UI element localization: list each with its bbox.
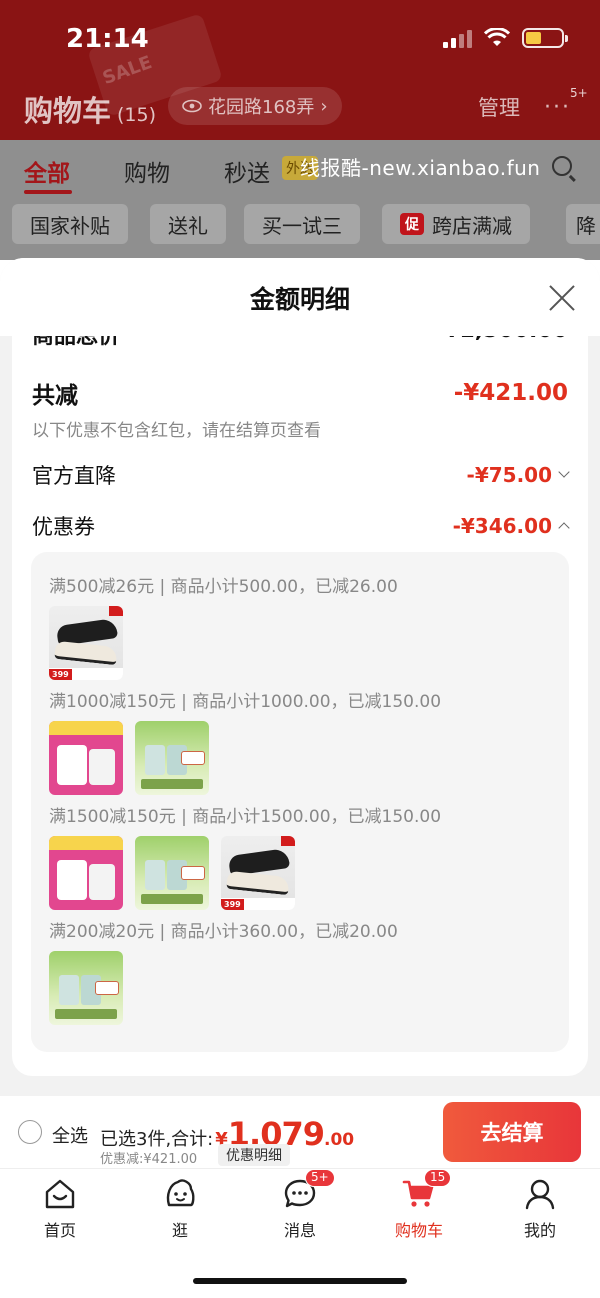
product-thumbnail-haircare[interactable] [49,951,123,1025]
checkout-button[interactable]: 去结算 [443,1102,581,1162]
select-all-checkbox[interactable] [18,1120,42,1144]
address-text: 花园路168弄 [208,97,315,118]
tab-shopping[interactable]: 购物 [124,154,170,188]
chip-try-three[interactable]: 买一试三 [244,204,360,244]
nav-home[interactable]: 首页 [10,1177,110,1241]
promo-badge: 促 [400,213,424,235]
coupon-tier-text: 满200减20元 | 商品小计360.00，已减20.00 [49,922,398,942]
sheet-title: 金额明细 [249,285,350,314]
coupon-tier-text: 满1000减150元 | 商品小计1000.00，已减150.00 [49,692,442,712]
nav-label: 逛 [171,1221,188,1240]
product-thumbnail-haircare[interactable] [135,836,209,910]
tab-underline [24,190,72,194]
cart-count: (15) [117,104,157,126]
message-icon: 5+ [283,1169,335,1211]
wifi-icon [484,28,510,46]
page-title: 购物车 (15) [24,94,157,128]
tab-all[interactable]: 全部 [24,154,70,188]
close-icon[interactable] [548,284,576,312]
chip-national-subsidy[interactable]: 国家补贴 [12,204,128,244]
coupon-detail-box: 满500减26元 | 商品小计500.00，已减26.00 399 满1000减… [31,552,569,1052]
nav-label: 我的 [523,1221,556,1240]
total-reduce-label: 共减 [32,383,78,409]
home-icon [43,1177,77,1211]
nav-label: 消息 [283,1221,316,1240]
goods-total-row: 商品总价 ¥1,500.00 [32,336,568,350]
chip-price-drop[interactable]: 降 [566,204,600,244]
coupon-value: -¥346.00 [452,514,552,538]
more-icon[interactable]: ··· [544,95,571,120]
coupon-amount: -¥346.00 [452,514,570,538]
official-discount-amount: -¥75.00 [466,463,570,487]
home-indicator[interactable] [193,1278,407,1284]
more-badge: 5+ [570,86,588,100]
total-decimals: .00 [324,1130,355,1150]
amount-card: 商品总价 ¥1,500.00 共减 -¥421.00 以下优惠不包含红包，请在结… [12,336,588,1076]
watermark-text: 线报酷-new.xianbao.fun [300,156,541,180]
official-discount-row[interactable]: 官方直降 -¥75.00 [32,460,570,490]
goods-total-label: 商品总价 [32,336,121,349]
chip-cross-store[interactable]: 促 跨店满减 [382,204,530,244]
total-reduce-value: -¥421.00 [453,380,568,406]
nav-messages[interactable]: 5+ 消息 [250,1169,350,1241]
chevron-up-icon [558,522,570,534]
battery-icon [522,28,568,48]
cart-badge: 15 [424,1169,452,1187]
coupon-row[interactable]: 优惠券 -¥346.00 [32,511,570,541]
official-discount-label: 官方直降 [32,464,116,488]
red-packet-note: 以下优惠不包含红包，请在结算页查看 [32,421,321,441]
profile-icon [523,1177,557,1211]
status-time: 21:14 [66,24,149,54]
signal-icon [443,28,472,48]
nav-label: 购物车 [394,1221,443,1240]
checkout-bar: 全选 已选3件,合计: ¥ 1,079 .00 优惠减:¥421.00 优惠明细… [0,1096,600,1168]
total-reduce-row: 共减 -¥421.00 [32,376,568,410]
official-discount-value: -¥75.00 [466,463,552,487]
product-thumbnail-skincare[interactable] [49,836,123,910]
price-tag: 399 [49,669,72,680]
discount-summary: 优惠减:¥421.00 [100,1152,198,1167]
price-tag: 399 [221,899,244,910]
product-thumbnail-haircare[interactable] [135,721,209,795]
message-badge: 5+ [305,1169,335,1187]
chevron-down-icon [558,466,570,478]
eye-icon [182,99,202,113]
product-thumbnail-shoe[interactable]: 399 [221,836,295,910]
sheet-header: 金额明细 [0,258,600,336]
nav-cart[interactable]: 15 购物车 [369,1169,469,1241]
nav-label: 首页 [43,1221,76,1240]
status-icons [443,28,568,48]
chevron-right-icon: › [320,95,328,117]
nav-profile[interactable]: 我的 [490,1177,590,1241]
coupon-tier-text: 满500减26元 | 商品小计500.00，已减26.00 [49,577,398,597]
nav-browse[interactable]: 逛 [130,1177,230,1241]
tab-instant[interactable]: 秒送 [224,154,270,188]
select-all-label[interactable]: 全选 [52,1122,88,1148]
product-thumbnail-skincare[interactable] [49,721,123,795]
chip-gift[interactable]: 送礼 [150,204,226,244]
cart-header: SALE 21:14 购物车 (15) 花园路168弄 › 管理 ··· 5+ [0,0,600,140]
browse-icon [163,1177,197,1211]
product-thumbnail-shoe[interactable]: 399 [49,606,123,680]
manage-button[interactable]: 管理 [478,92,520,122]
search-icon[interactable] [552,156,572,176]
discount-detail-button[interactable]: 优惠明细 [218,1144,290,1166]
chip-label: 跨店满减 [432,213,512,238]
address-selector[interactable]: 花园路168弄 › [168,87,342,125]
coupon-tier-text: 满1500减150元 | 商品小计1500.00，已减150.00 [49,807,442,827]
amount-detail-sheet: 金额明细 商品总价 ¥1,500.00 共减 -¥421.00 以下优惠不包含红… [0,258,600,1096]
goods-total-value: ¥1,500.00 [444,336,568,350]
cart-icon: 15 [402,1169,452,1211]
coupon-label: 优惠券 [32,515,95,539]
